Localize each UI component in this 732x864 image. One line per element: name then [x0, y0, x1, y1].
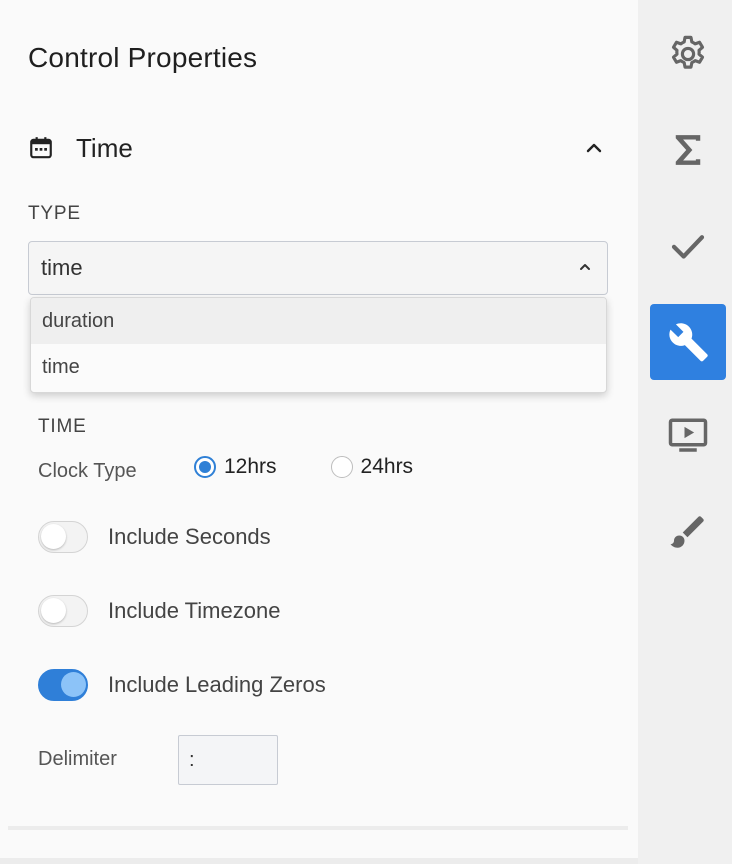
- radio-24hrs[interactable]: 24hrs: [330, 455, 414, 479]
- radio-label: 12hrs: [224, 455, 277, 478]
- radio-label: 24hrs: [360, 455, 414, 478]
- time-section-header[interactable]: Time: [28, 128, 608, 168]
- rail-preview-button[interactable]: [650, 398, 726, 474]
- checkmark-icon: [671, 235, 705, 259]
- delimiter-input[interactable]: [178, 735, 278, 785]
- panel-divider: [8, 826, 628, 830]
- play-screen-icon: [668, 418, 708, 452]
- paintbrush-icon: [670, 516, 704, 548]
- chevron-up-icon: [580, 264, 590, 270]
- include-timezone-row[interactable]: Include Timezone: [38, 595, 280, 627]
- dropdown-option-time[interactable]: time: [31, 344, 606, 390]
- section-title: Time: [76, 132, 133, 163]
- type-select-value: time: [41, 255, 83, 280]
- include-timezone-label: Include Timezone: [108, 598, 281, 623]
- time-group-label: TIME: [38, 416, 87, 437]
- include-seconds-row[interactable]: Include Seconds: [38, 521, 271, 553]
- include-leading-zeros-toggle[interactable]: [38, 669, 88, 701]
- include-leading-zeros-label: Include Leading Zeros: [108, 672, 326, 697]
- sigma-icon: [675, 135, 701, 165]
- include-timezone-toggle[interactable]: [38, 595, 88, 627]
- chevron-up-icon[interactable]: [584, 138, 604, 158]
- radio-checked-icon: [194, 456, 216, 478]
- include-seconds-toggle[interactable]: [38, 521, 88, 553]
- calendar-icon: [30, 137, 52, 159]
- gear-icon: [671, 35, 705, 69]
- type-label: TYPE: [28, 203, 81, 224]
- bottom-divider: [0, 858, 638, 864]
- type-select[interactable]: time: [28, 241, 608, 295]
- rail-calculations-button[interactable]: [650, 112, 726, 188]
- delimiter-label: Delimiter: [38, 748, 117, 770]
- rail-properties-button[interactable]: [650, 304, 726, 380]
- radio-unchecked-icon: [330, 456, 353, 478]
- rail-style-button[interactable]: [650, 494, 726, 570]
- app-window: Control Properties Time TYPE time durati…: [0, 0, 732, 864]
- dropdown-option-duration[interactable]: duration: [31, 298, 606, 344]
- control-properties-panel: Control Properties Time TYPE time durati…: [0, 0, 638, 864]
- right-icon-rail: [638, 0, 732, 864]
- type-dropdown-menu: duration time: [30, 297, 607, 393]
- rail-validation-button[interactable]: [650, 208, 726, 284]
- clock-type-label: Clock Type: [38, 460, 137, 482]
- include-seconds-label: Include Seconds: [108, 524, 271, 549]
- include-leading-zeros-row[interactable]: Include Leading Zeros: [38, 669, 326, 701]
- rail-settings-button[interactable]: [650, 16, 726, 92]
- clock-type-radio-group: 12hrs 24hrs: [194, 455, 467, 479]
- panel-title: Control Properties: [28, 42, 258, 73]
- toggle-knob: [61, 672, 86, 697]
- radio-12hrs[interactable]: 12hrs: [194, 455, 277, 479]
- wrench-icon: [669, 323, 708, 362]
- toggle-knob: [41, 598, 66, 623]
- toggle-knob: [41, 524, 66, 549]
